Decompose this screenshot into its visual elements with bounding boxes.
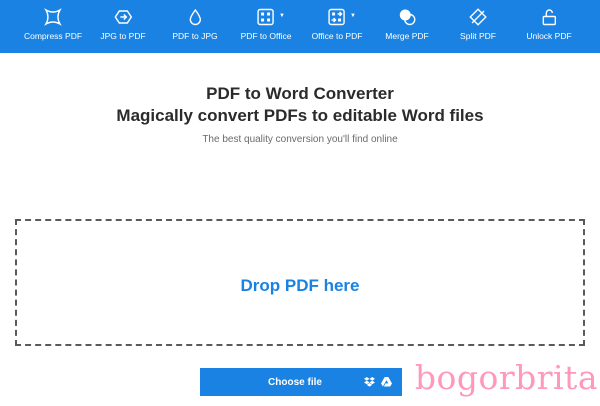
tool-label: PDF to Office (240, 31, 292, 41)
drop-zone-text: Drop PDF here (240, 275, 360, 295)
tool-label: Merge PDF (385, 31, 429, 41)
merge-icon (397, 7, 417, 27)
chevron-down-icon: ▼ (350, 13, 356, 19)
tool-label: Unlock PDF (526, 31, 572, 41)
chevron-down-icon: ▼ (279, 13, 285, 19)
tool-office-to-pdf[interactable]: ▼ Office to PDF (311, 0, 363, 53)
google-drive-icon[interactable] (381, 377, 392, 387)
tool-compress-pdf[interactable]: Compress PDF (24, 0, 82, 53)
pdf-to-jpg-icon (185, 7, 205, 27)
compress-icon (43, 7, 63, 27)
tool-label: Office to PDF (311, 31, 363, 41)
unlock-icon (539, 7, 559, 27)
page-tagline: The best quality conversion you'll find … (202, 134, 398, 145)
tool-label: Split PDF (460, 31, 496, 41)
tool-split-pdf[interactable]: Split PDF (460, 0, 496, 53)
split-icon (468, 7, 488, 27)
pdf-to-office-icon: ▼ (256, 7, 285, 27)
office-to-pdf-icon: ▼ (327, 7, 356, 27)
tool-unlock-pdf[interactable]: Unlock PDF (526, 0, 572, 53)
dropbox-icon[interactable] (364, 377, 375, 387)
tool-merge-pdf[interactable]: Merge PDF (385, 0, 429, 53)
tool-label: JPG to PDF (100, 31, 146, 41)
tool-jpg-to-pdf[interactable]: JPG to PDF (100, 0, 146, 53)
page-title: PDF to Word Converter (206, 84, 394, 103)
jpg-to-pdf-icon (113, 7, 133, 27)
top-toolbar: Compress PDF JPG to PDF PDF to JPG ▼ PDF… (0, 0, 600, 53)
tool-pdf-to-office[interactable]: ▼ PDF to Office (240, 0, 292, 53)
drop-zone[interactable]: Drop PDF here (15, 219, 585, 346)
tool-pdf-to-jpg[interactable]: PDF to JPG (172, 0, 218, 53)
choose-file-label: Choose file (268, 376, 322, 388)
choose-file-button[interactable]: Choose file (200, 368, 402, 396)
tool-label: Compress PDF (23, 31, 83, 41)
cloud-source-icons (364, 377, 402, 387)
page-subtitle: Magically convert PDFs to editable Word … (116, 106, 484, 125)
watermark: bogorbrita (414, 358, 598, 397)
tool-label: PDF to JPG (172, 31, 218, 41)
